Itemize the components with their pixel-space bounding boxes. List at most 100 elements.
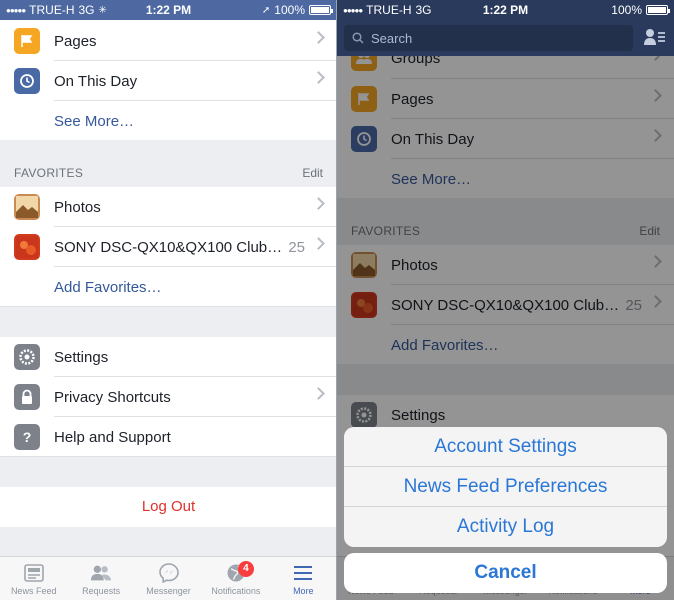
chevron-right-icon (312, 387, 325, 400)
tab-news-feed[interactable]: News Feed (0, 557, 67, 600)
status-bar: ●●●●● TRUE-H 3G 1:22 PM 100% (337, 0, 674, 20)
chevron-right-icon (649, 129, 662, 142)
flag-icon (14, 28, 40, 54)
network-label: 3G (415, 3, 432, 17)
edit-favorites-button[interactable]: Edit (302, 166, 323, 180)
menu-item-label: On This Day (391, 130, 475, 148)
question-mark-icon: ? (14, 424, 40, 450)
account-settings-option[interactable]: Account Settings (344, 427, 667, 467)
chevron-right-icon (312, 237, 325, 250)
chevron-right-icon (649, 89, 662, 102)
status-bar: ●●●●● TRUE-H 3G ✳ 1:22 PM ➚ 100% (0, 0, 337, 20)
tab-messenger[interactable]: Messenger (135, 557, 202, 600)
see-more-link[interactable]: See More… (54, 113, 134, 130)
tab-label: More (293, 586, 314, 596)
section-spacer (0, 527, 337, 556)
log-out-button[interactable]: Log Out (0, 487, 337, 527)
tab-label: News Feed (10, 586, 57, 596)
menu-item-privacy-shortcuts[interactable]: Privacy Shortcuts (0, 377, 337, 417)
menu-item-on-this-day[interactable]: On This Day (337, 119, 674, 159)
favorites-title: FAVORITES (351, 224, 421, 238)
divider (0, 456, 337, 457)
search-bar: Search (337, 20, 674, 56)
gear-icon (351, 402, 377, 428)
favorite-label: SONY DSC-QX10&QX100 Club… (54, 238, 283, 256)
carrier-label: TRUE-H (366, 3, 412, 17)
cancel-button[interactable]: Cancel (344, 553, 667, 593)
divider (0, 306, 337, 307)
menu-item-label: Privacy Shortcuts (54, 388, 171, 406)
favorite-item-photos[interactable]: Photos (0, 187, 337, 227)
battery-icon (309, 5, 333, 15)
tab-label: Notifications (211, 586, 261, 596)
see-more-row[interactable]: See More… (0, 101, 337, 141)
chevron-right-icon (312, 71, 325, 84)
menu-item-label: Pages (391, 90, 434, 108)
more-menu-screen: ●●●●● TRUE-H 3G ✳ 1:22 PM ➚ 100% Pages O… (0, 0, 337, 600)
favorites-section-header: FAVORITES Edit (0, 155, 337, 187)
menu-item-on-this-day[interactable]: On This Day (0, 61, 337, 101)
chevron-right-icon (312, 31, 325, 44)
news-feed-preferences-option[interactable]: News Feed Preferences (344, 467, 667, 507)
activity-log-option[interactable]: Activity Log (344, 507, 667, 547)
see-more-link[interactable]: See More… (391, 171, 471, 188)
gear-icon (14, 344, 40, 370)
menu-item-settings[interactable]: Settings (0, 337, 337, 377)
tab-requests[interactable]: Requests (67, 557, 134, 600)
tab-label: Messenger (146, 586, 191, 596)
carrier-label: TRUE-H (29, 3, 75, 17)
favorite-item-photos[interactable]: Photos (337, 245, 674, 285)
menu-item-pages[interactable]: Pages (0, 21, 337, 61)
group-thumbnail-icon (351, 292, 377, 318)
edit-favorites-button[interactable]: Edit (639, 224, 660, 238)
signal-strength-icon: ●●●●● (343, 5, 363, 15)
menu-icon (292, 563, 314, 583)
clock-icon (14, 68, 40, 94)
search-input[interactable]: Search (344, 25, 633, 51)
menu-item-label: Settings (391, 406, 446, 424)
tab-bar: News Feed Requests Messenger 4 Notificat… (0, 556, 337, 600)
favorite-item-sony-group[interactable]: SONY DSC-QX10&QX100 Club… 25 (0, 227, 337, 267)
friend-requests-icon (90, 563, 112, 583)
photos-icon (14, 194, 40, 220)
menu-item-label: On This Day (54, 72, 138, 90)
favorite-label: Photos (54, 198, 101, 216)
notification-badge: 4 (237, 561, 254, 577)
lock-icon (14, 384, 40, 410)
section-spacer (337, 364, 674, 395)
add-favorites-row[interactable]: Add Favorites… (337, 325, 674, 365)
favorite-label: SONY DSC-QX10&QX100 Club… (391, 296, 620, 314)
menu-item-pages[interactable]: Pages (337, 79, 674, 119)
unread-count: 25 (625, 296, 642, 314)
messenger-icon (158, 563, 180, 583)
more-menu-with-settings-sheet: Groups Pages On This Day See More… FAVOR… (337, 0, 674, 600)
chevron-right-icon (649, 255, 662, 268)
news-feed-icon (23, 563, 45, 583)
section-spacer (0, 457, 337, 487)
chevron-right-icon (649, 295, 662, 308)
see-more-row[interactable]: See More… (337, 159, 674, 199)
network-label: 3G (78, 3, 95, 17)
favorite-label: Photos (391, 256, 438, 274)
group-thumbnail-icon (14, 234, 40, 260)
tab-notifications[interactable]: 4 Notifications (202, 557, 269, 600)
tab-more[interactable]: More (270, 557, 337, 600)
menu-item-label: Settings (54, 348, 109, 366)
menu-item-label: Help and Support (54, 428, 171, 446)
add-favorites-link[interactable]: Add Favorites… (391, 337, 499, 354)
favorite-item-sony-group[interactable]: SONY DSC-QX10&QX100 Club… 25 (337, 285, 674, 325)
add-favorites-link[interactable]: Add Favorites… (54, 279, 162, 296)
friends-list-icon[interactable] (644, 28, 666, 48)
section-spacer (0, 306, 337, 337)
add-favorites-row[interactable]: Add Favorites… (0, 267, 337, 307)
tab-label: Requests (82, 586, 121, 596)
battery-percent: 100% (274, 3, 305, 17)
section-spacer (337, 198, 674, 213)
account-settings-action-sheet: Account Settings News Feed Preferences A… (344, 427, 667, 547)
favorites-section-header: FAVORITES Edit (337, 213, 674, 245)
menu-item-help-and-support[interactable]: ? Help and Support (0, 417, 337, 457)
signal-strength-icon: ●●●●● (6, 5, 26, 15)
activity-spinner-icon: ✳ (98, 4, 107, 16)
flag-icon (351, 86, 377, 112)
battery-icon (646, 5, 670, 15)
